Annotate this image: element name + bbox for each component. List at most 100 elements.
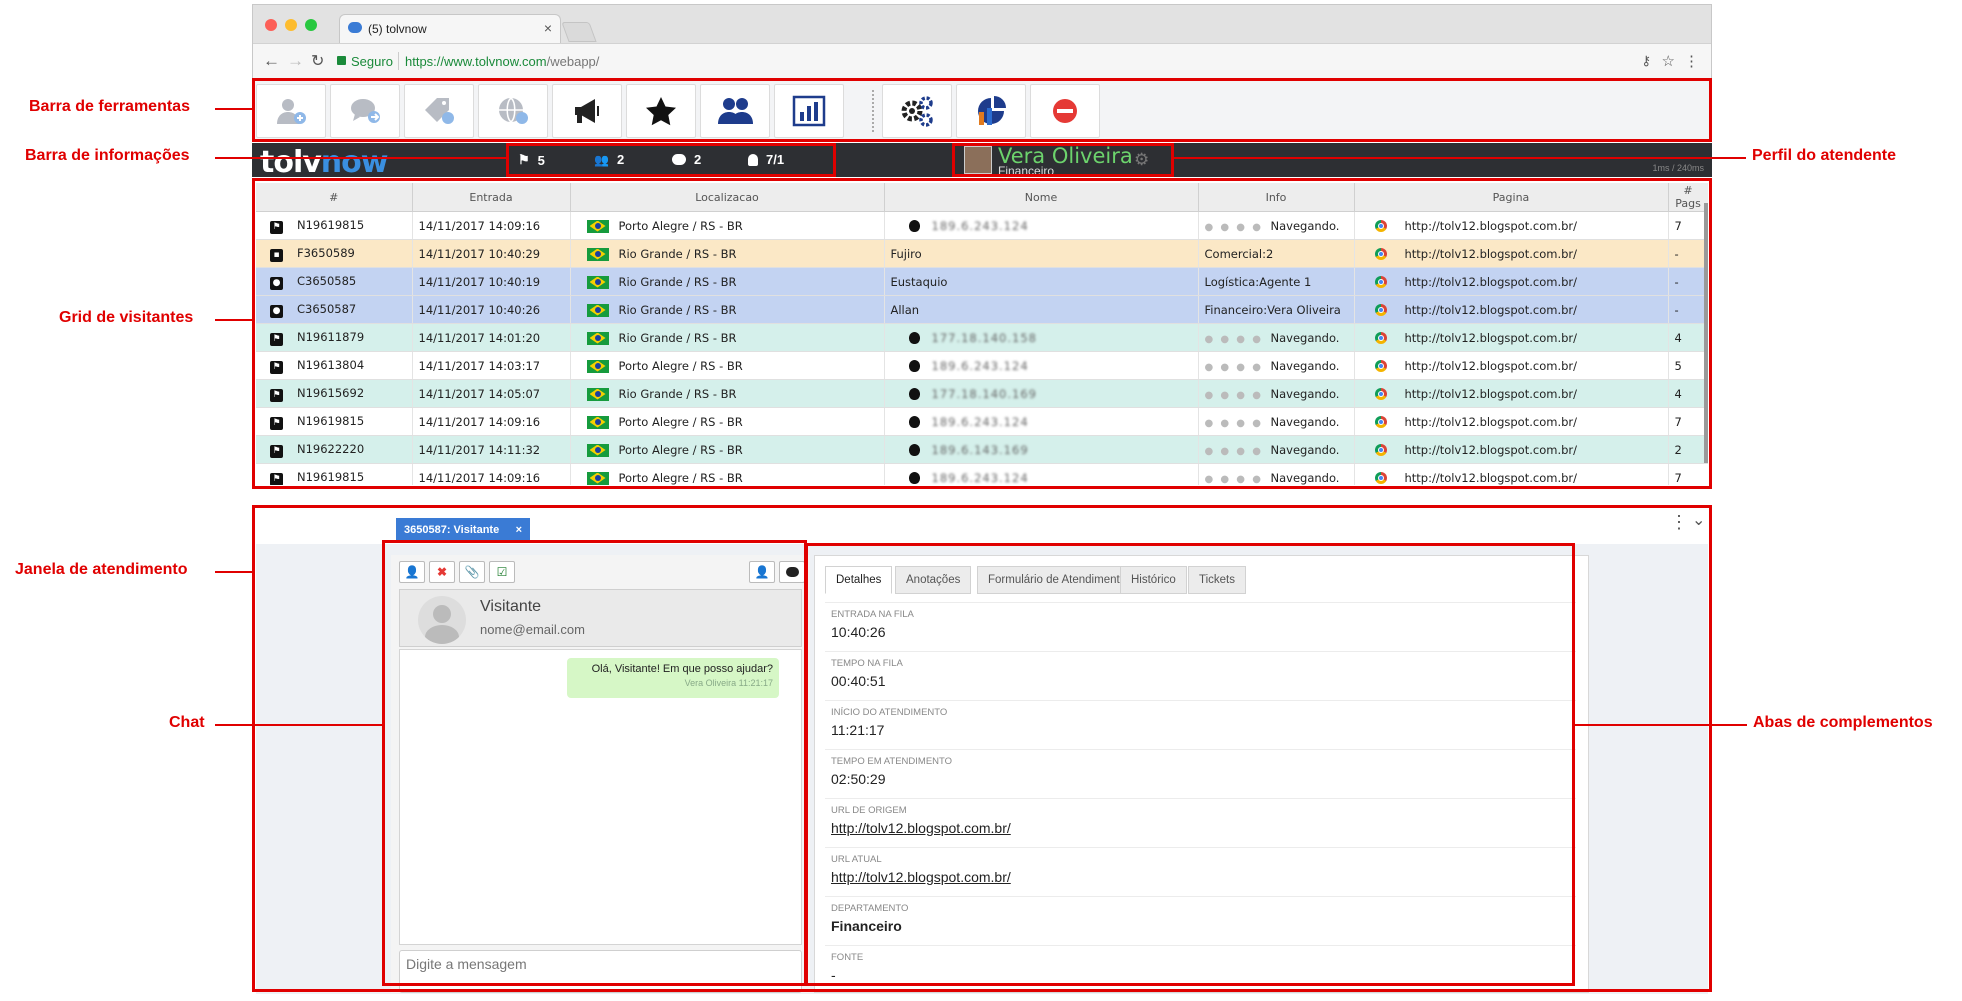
- tab-form[interactable]: Formulário de Atendimento: [977, 566, 1138, 594]
- grid-column-header[interactable]: Pagina: [1354, 183, 1669, 212]
- table-row[interactable]: ⚑ N19619815 14/11/2017 14:09:16 Porto Alegr…: [256, 407, 1708, 436]
- detail-field-label: Início do atendimento: [831, 707, 948, 718]
- detail-field-label: Tempo na fila: [831, 658, 903, 669]
- forward-icon[interactable]: →: [287, 51, 304, 71]
- finish-button[interactable]: ☑: [489, 561, 515, 583]
- reload-icon[interactable]: ↻: [311, 51, 324, 71]
- detail-field: Fonte -: [825, 945, 1576, 994]
- apple-icon: [908, 444, 920, 456]
- visitor-name-text: Allan: [890, 302, 920, 317]
- location-cell: Rio Grande / RS - BR: [570, 295, 885, 324]
- table-row[interactable]: ⚑ N19619815 14/11/2017 14:09:16 Porto Alegr…: [256, 211, 1708, 240]
- agent-avatar[interactable]: [964, 146, 992, 174]
- name-cell: 189.6.243.124: [884, 463, 1199, 485]
- table-row[interactable]: ● C3650585 14/11/2017 10:40:19 Rio Grande /…: [256, 267, 1708, 296]
- dashboard-button[interactable]: [956, 84, 1026, 138]
- chevron-down-icon[interactable]: ⌄: [1692, 510, 1705, 530]
- message-input[interactable]: Digite a mensagem: [399, 950, 802, 993]
- detail-field: Tempo na fila 00:40:51: [825, 651, 1576, 700]
- visitor-type-icon: ●: [270, 304, 283, 318]
- table-row[interactable]: ⚑ N19619815 14/11/2017 14:09:16 Porto Alegr…: [256, 463, 1708, 485]
- kebab-menu-icon[interactable]: ⋮: [1670, 512, 1688, 533]
- maximize-window-icon[interactable]: [305, 19, 317, 31]
- location-cell: Porto Alegre / RS - BR: [570, 351, 885, 380]
- name-cell: 189.6.143.169: [884, 435, 1199, 464]
- agents-stat[interactable]: 7/1: [748, 152, 784, 167]
- grid-column-header[interactable]: # Pags: [1668, 183, 1708, 212]
- close-window-icon[interactable]: [265, 19, 277, 31]
- users-button[interactable]: [700, 84, 770, 138]
- transfer-visitor-button[interactable]: 👤: [399, 561, 425, 583]
- broadcast-button[interactable]: [552, 84, 622, 138]
- pages-count-cell: -: [1668, 295, 1708, 324]
- location-cell: Porto Alegre / RS - BR: [570, 463, 885, 485]
- tab-details[interactable]: Detalhes: [825, 566, 893, 594]
- table-row[interactable]: ⚑ N19622220 14/11/2017 14:11:32 Porto Alegr…: [256, 435, 1708, 464]
- visitor-id: N19613804: [297, 357, 365, 372]
- visitor-type-icon: ⚑: [270, 472, 283, 485]
- messages-area[interactable]: Olá, Visitante! Em que posso ajudar? Ver…: [399, 649, 802, 945]
- new-tab-button[interactable]: [561, 22, 597, 42]
- detail-field-link[interactable]: http://tolv12.blogspot.com.br/: [831, 869, 1576, 885]
- visitor-type-icon: ⚑: [270, 388, 283, 402]
- tab-tickets[interactable]: Tickets: [1188, 566, 1246, 594]
- attach-button[interactable]: 📎: [459, 561, 485, 583]
- star-bookmark-icon[interactable]: ☆: [1662, 52, 1675, 70]
- checklist-icon: ☑: [496, 565, 508, 579]
- info-text: Financeiro:Vera Oliveira: [1204, 302, 1341, 317]
- table-row[interactable]: ⚑ N19611879 14/11/2017 14:01:20 Rio Grande …: [256, 323, 1708, 352]
- apple-icon: [908, 220, 920, 232]
- transfer-user-icon: 👤: [404, 565, 420, 579]
- attendance-tab-label: 3650587: Visitante: [404, 524, 500, 536]
- grid-column-header[interactable]: Info: [1198, 183, 1355, 212]
- queue-stat[interactable]: ⚑ 5: [518, 152, 545, 168]
- visitor-name: Visitante: [480, 598, 542, 615]
- info-cell: ● ● ● ● Navegando.: [1198, 435, 1355, 464]
- detail-field-link[interactable]: http://tolv12.blogspot.com.br/: [831, 820, 1576, 836]
- favorites-button[interactable]: [626, 84, 696, 138]
- visitor-name-text: 189.6.143.169: [931, 442, 1029, 457]
- minimize-window-icon[interactable]: [285, 19, 297, 31]
- groups-count: 2: [616, 152, 625, 167]
- add-visitor-button[interactable]: [256, 84, 326, 138]
- grid-column-header[interactable]: Localizacao: [570, 183, 885, 212]
- table-row[interactable]: ⚑ N19613804 14/11/2017 14:03:17 Porto Alegr…: [256, 351, 1708, 380]
- tab-history[interactable]: Histórico: [1120, 566, 1187, 594]
- page-cell: http://tolv12.blogspot.com.br/: [1354, 295, 1669, 324]
- browser-tab[interactable]: (5) tolvnow ×: [339, 14, 561, 44]
- back-icon[interactable]: ←: [263, 51, 280, 71]
- pages-count-cell: 5: [1668, 351, 1708, 380]
- groups-stat[interactable]: 👥 2: [594, 152, 624, 167]
- table-row[interactable]: ▪ F3650589 14/11/2017 10:40:29 Rio Grande /…: [256, 239, 1708, 268]
- key-icon[interactable]: ⚷: [1641, 53, 1651, 69]
- menu-icon[interactable]: ⋮: [1684, 52, 1699, 70]
- grid-column-header[interactable]: Entrada: [412, 183, 571, 212]
- transfer-chat-button[interactable]: [330, 84, 400, 138]
- grid-column-header[interactable]: Nome: [884, 183, 1199, 212]
- stop-button[interactable]: [1030, 84, 1100, 138]
- grid-column-header[interactable]: #: [256, 183, 413, 212]
- add-user-icon: [277, 99, 306, 124]
- grid-scrollbar[interactable]: [1704, 203, 1708, 463]
- chat-options-button[interactable]: [779, 561, 805, 583]
- url-input[interactable]: https://www.tolvnow.com/webapp/: [405, 54, 599, 69]
- agent-settings-icon[interactable]: ⚙: [1134, 150, 1149, 170]
- chrome-icon: [1374, 360, 1387, 372]
- tag-button[interactable]: [404, 84, 474, 138]
- entry-time-cell: 14/11/2017 14:09:16: [412, 407, 571, 436]
- location-text: Porto Alegre / RS - BR: [618, 470, 743, 485]
- globe-button[interactable]: [478, 84, 548, 138]
- attendance-tab[interactable]: 3650587: Visitante ×: [396, 518, 530, 542]
- name-cell: 189.6.243.124: [884, 351, 1199, 380]
- reports-button[interactable]: [774, 84, 844, 138]
- tab-notes[interactable]: Anotações: [895, 566, 972, 594]
- chats-stat[interactable]: 2: [672, 152, 701, 167]
- table-row[interactable]: ● C3650587 14/11/2017 10:40:26 Rio Grande /…: [256, 295, 1708, 324]
- settings-button[interactable]: [882, 84, 952, 138]
- callout-complements: Abas de complementos: [1753, 714, 1933, 731]
- close-attendance-icon[interactable]: ×: [516, 524, 522, 536]
- table-row[interactable]: ⚑ N19615692 14/11/2017 14:05:07 Rio Grande …: [256, 379, 1708, 408]
- close-tab-icon[interactable]: ×: [544, 20, 552, 36]
- close-chat-button[interactable]: ✖: [429, 561, 455, 583]
- remove-user-button[interactable]: 👤: [749, 561, 775, 583]
